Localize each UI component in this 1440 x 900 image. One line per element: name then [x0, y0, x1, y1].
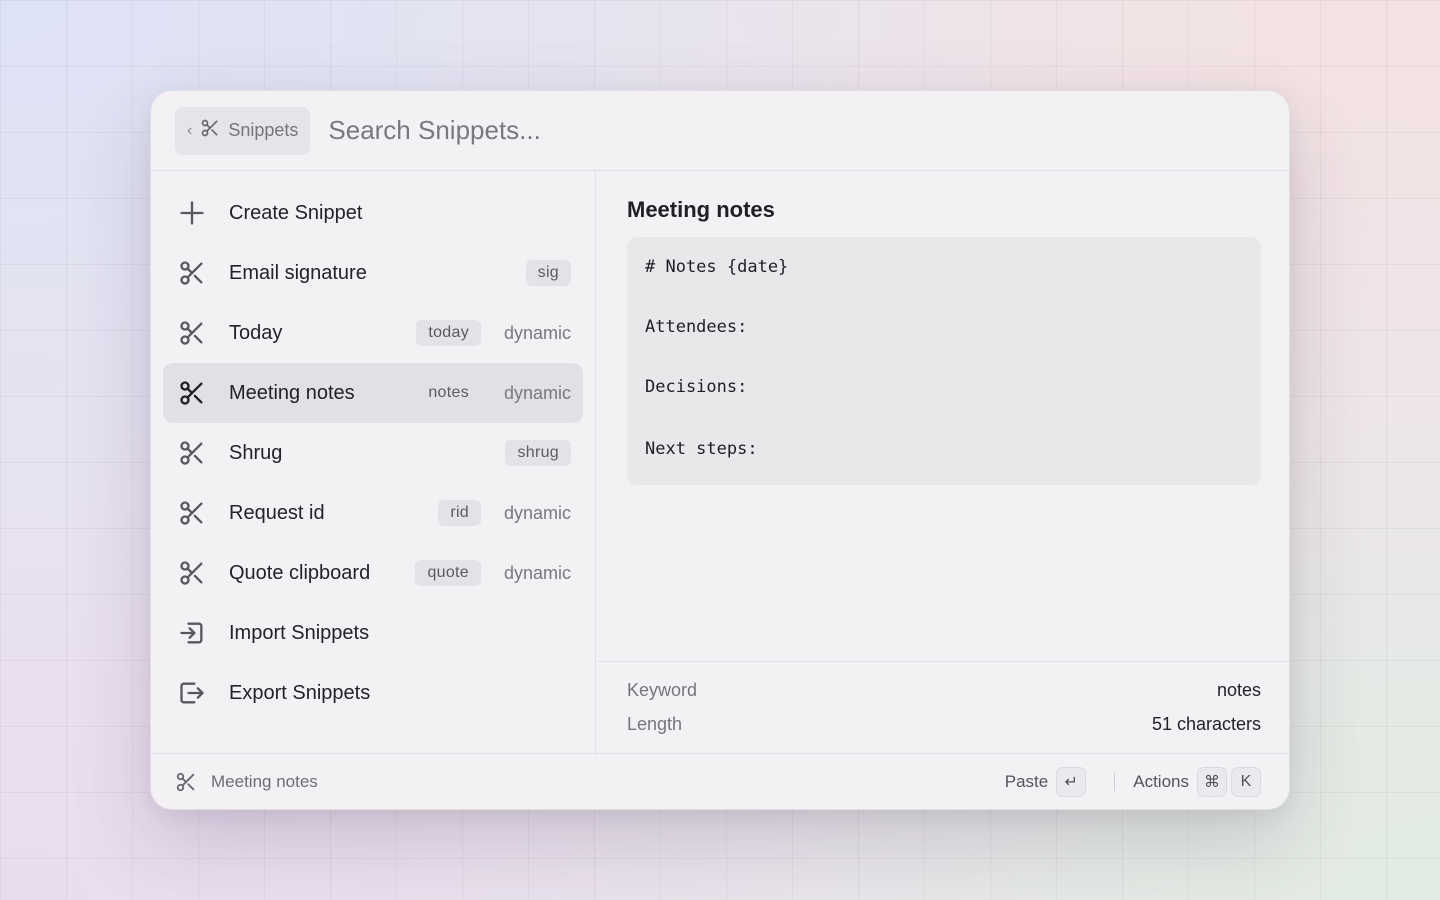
- scissors-icon: [175, 771, 197, 793]
- dynamic-label: dynamic: [503, 382, 571, 403]
- actions-button[interactable]: Actions ⌘ K: [1133, 766, 1261, 797]
- list-item[interactable]: Export Snippets: [163, 663, 583, 723]
- import-icon: [177, 618, 207, 648]
- list-item-label: Today: [229, 321, 283, 344]
- list-item[interactable]: Import Snippets: [163, 603, 583, 663]
- footer-title: Meeting notes: [211, 771, 318, 791]
- list-item[interactable]: Create Snippet: [163, 183, 583, 243]
- dynamic-label: dynamic: [503, 322, 571, 343]
- search-input[interactable]: [328, 115, 1029, 146]
- list-item-label: Meeting notes: [229, 381, 355, 404]
- preview-line: Next steps:: [645, 439, 758, 459]
- meta-keyword-row: Keyword notes: [627, 680, 1261, 714]
- command-key: ⌘: [1197, 766, 1227, 797]
- list-item[interactable]: Quote clipboard quote dynamic: [163, 543, 583, 603]
- paste-action[interactable]: Paste ↵: [1004, 766, 1087, 797]
- back-button-label: Snippets: [228, 120, 299, 140]
- actions-label: Actions: [1133, 771, 1189, 791]
- scissors-icon: [200, 118, 220, 143]
- list-item-label: Export Snippets: [229, 681, 371, 704]
- scissors-icon: [177, 378, 207, 408]
- export-icon: [177, 678, 207, 708]
- preview-line: Attendees:: [645, 317, 748, 337]
- preview-line: # Notes {date}: [645, 257, 789, 277]
- dynamic-label: dynamic: [503, 502, 571, 523]
- keyword-badge: sig: [525, 260, 571, 286]
- list-item[interactable]: Shrug shrug: [163, 423, 583, 483]
- action-bar: Meeting notes Paste ↵ Actions ⌘ K: [151, 753, 1289, 809]
- list-item-label: Shrug: [229, 441, 283, 464]
- chevron-left-icon: ‹: [187, 121, 193, 139]
- plus-icon: [177, 198, 207, 228]
- preview-line: Decisions:: [645, 377, 748, 397]
- k-key: K: [1231, 766, 1261, 797]
- footer-divider: [1114, 772, 1116, 791]
- metadata-panel: Keyword notes Length 51 characters: [597, 661, 1289, 756]
- search-header: ‹ Snippets: [151, 91, 1289, 171]
- scissors-icon: [177, 558, 207, 588]
- scissors-icon: [177, 498, 207, 528]
- scissors-icon: [177, 318, 207, 348]
- meta-length-label: Length: [627, 714, 683, 734]
- meta-length-row: Length 51 characters: [627, 714, 1261, 748]
- keyword-badge: rid: [438, 500, 481, 526]
- snippets-window: ‹ Snippets Create Snippet Email signature…: [150, 90, 1290, 810]
- list-item-label: Quote clipboard: [229, 561, 371, 584]
- enter-key: ↵: [1056, 766, 1087, 797]
- keyword-badge: quote: [415, 560, 481, 586]
- snippet-list: Create Snippet Email signature sig Today tod…: [151, 171, 596, 756]
- list-item-label: Create Snippet: [229, 201, 363, 224]
- list-item[interactable]: Email signature sig: [163, 243, 583, 303]
- dynamic-label: dynamic: [503, 562, 571, 583]
- paste-label: Paste: [1004, 771, 1049, 791]
- back-button[interactable]: ‹ Snippets: [175, 106, 311, 155]
- list-item-label: Email signature: [229, 261, 367, 284]
- meta-keyword-value: notes: [1216, 680, 1261, 700]
- meta-keyword-label: Keyword: [627, 680, 698, 700]
- detail-title: Meeting notes: [627, 197, 775, 222]
- list-item-label: Request id: [229, 501, 325, 524]
- meta-length-value: 51 characters: [1151, 714, 1261, 734]
- detail-panel: Meeting notes # Notes {date} Attendees: …: [597, 171, 1289, 661]
- keyword-badge: notes: [428, 384, 469, 401]
- scissors-icon: [177, 438, 207, 468]
- scissors-icon: [177, 258, 207, 288]
- snippet-preview: # Notes {date} Attendees: Decisions: Nex…: [627, 237, 1261, 485]
- keyword-badge: today: [416, 320, 481, 346]
- list-item[interactable]: Request id rid dynamic: [163, 483, 583, 543]
- keyword-badge: shrug: [505, 440, 571, 466]
- list-item[interactable]: Meeting notes notes dynamic: [163, 363, 583, 423]
- list-item-label: Import Snippets: [229, 621, 370, 644]
- list-item[interactable]: Today today dynamic: [163, 303, 583, 363]
